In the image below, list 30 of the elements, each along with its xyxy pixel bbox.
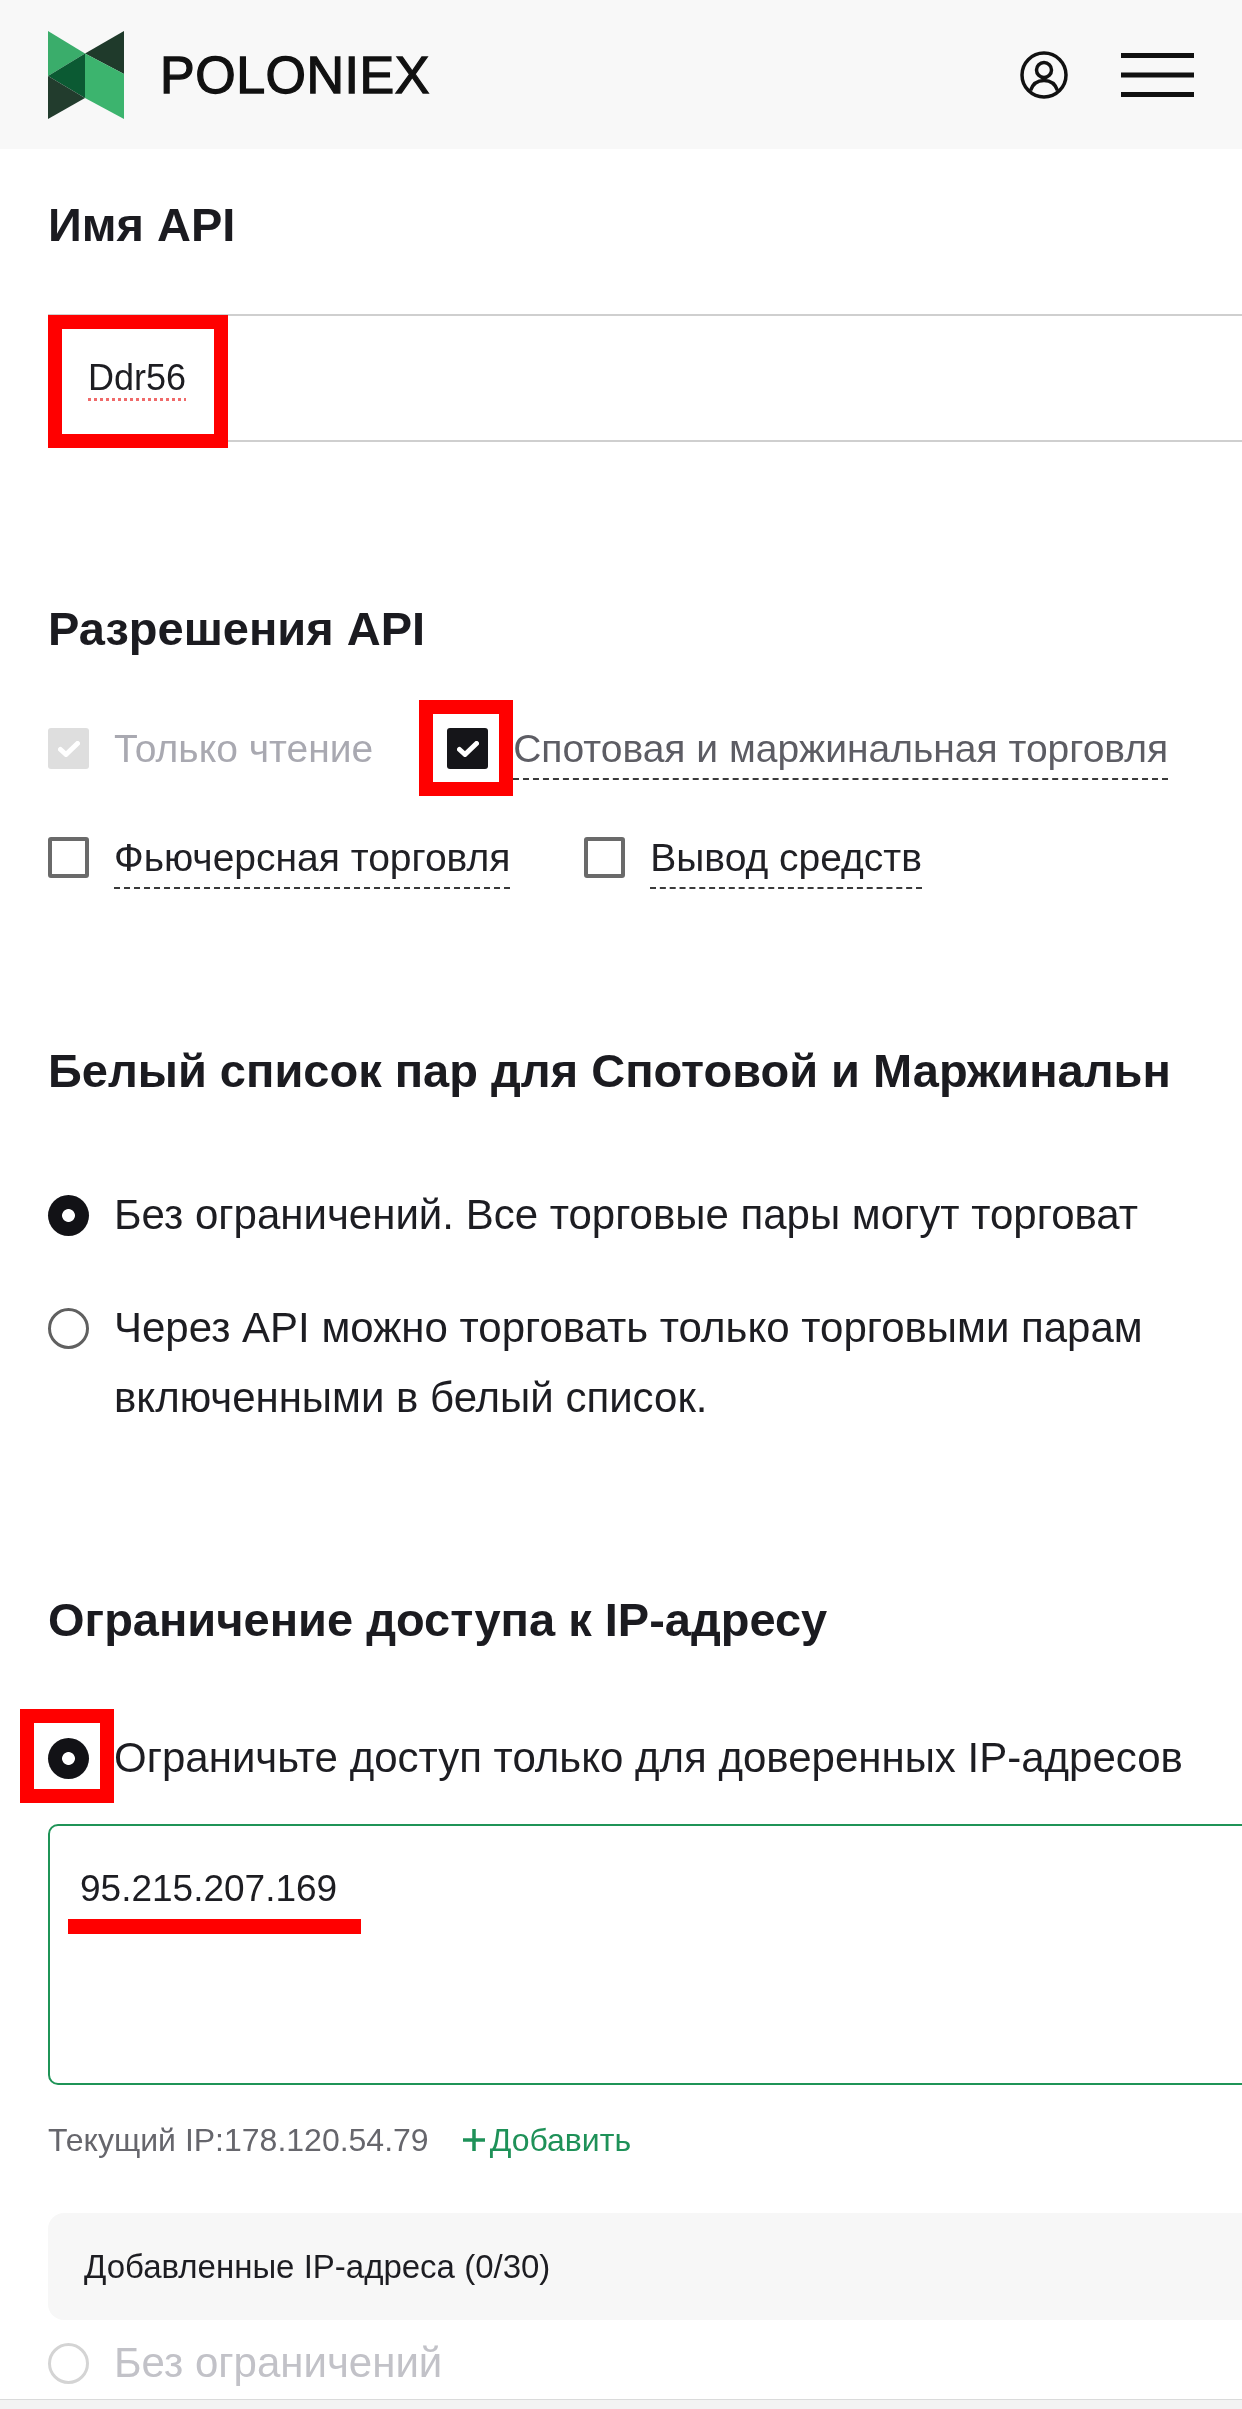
add-ip-link[interactable]: Добавить (462, 2121, 632, 2159)
radio-label: Без ограничений. Все торговые пары могут торговат (114, 1190, 1138, 1240)
current-ip-text: Текущий IP:178.120.54.79 (48, 2121, 429, 2159)
checkbox[interactable] (584, 837, 626, 878)
logo-icon[interactable] (48, 30, 124, 119)
section-title: Ограничение доступа к IP-адресу (48, 1592, 829, 1648)
checkbox-label: Фьючерсная торговля (114, 835, 511, 889)
menu-icon[interactable] (1121, 52, 1194, 97)
added-ip-panel[interactable]: Добавленные IP-адреса (0/30) (48, 2213, 1242, 2320)
section-title: Разрешения API (48, 601, 427, 657)
checkbox[interactable] (48, 837, 89, 878)
user-icon[interactable] (1020, 50, 1068, 99)
ip-address-field[interactable]: 95.215.207.169 (48, 1824, 1242, 2085)
radio-label: Ограничьте доступ только для доверенных IP-адресов (114, 1733, 1183, 1783)
radio-label: Через API можно торговать только торговыми парам включенными в белый список. (114, 1303, 1143, 1423)
checkbox-label: Вывод средств (650, 835, 922, 889)
plus-icon (462, 2129, 485, 2151)
checkmark-icon (456, 740, 479, 757)
radio-button[interactable] (48, 1195, 89, 1236)
radio-button[interactable] (48, 1308, 89, 1349)
brand-name[interactable]: POLONIEX (160, 48, 430, 101)
section-title: Белый список пар для Спотовой и Маржинальн (48, 1043, 1172, 1099)
checkbox-label: Спотовая и маржинальная торговля (513, 726, 1169, 780)
api-name-field[interactable]: Ddr56 (48, 314, 1242, 442)
checkbox[interactable] (447, 728, 489, 769)
checkbox-label: Только чтение (114, 726, 374, 772)
section-title: Имя API (48, 197, 237, 253)
radio-label: Без ограничений (114, 2338, 443, 2388)
radio-button[interactable] (48, 1738, 89, 1779)
checkmark-icon (57, 740, 80, 757)
